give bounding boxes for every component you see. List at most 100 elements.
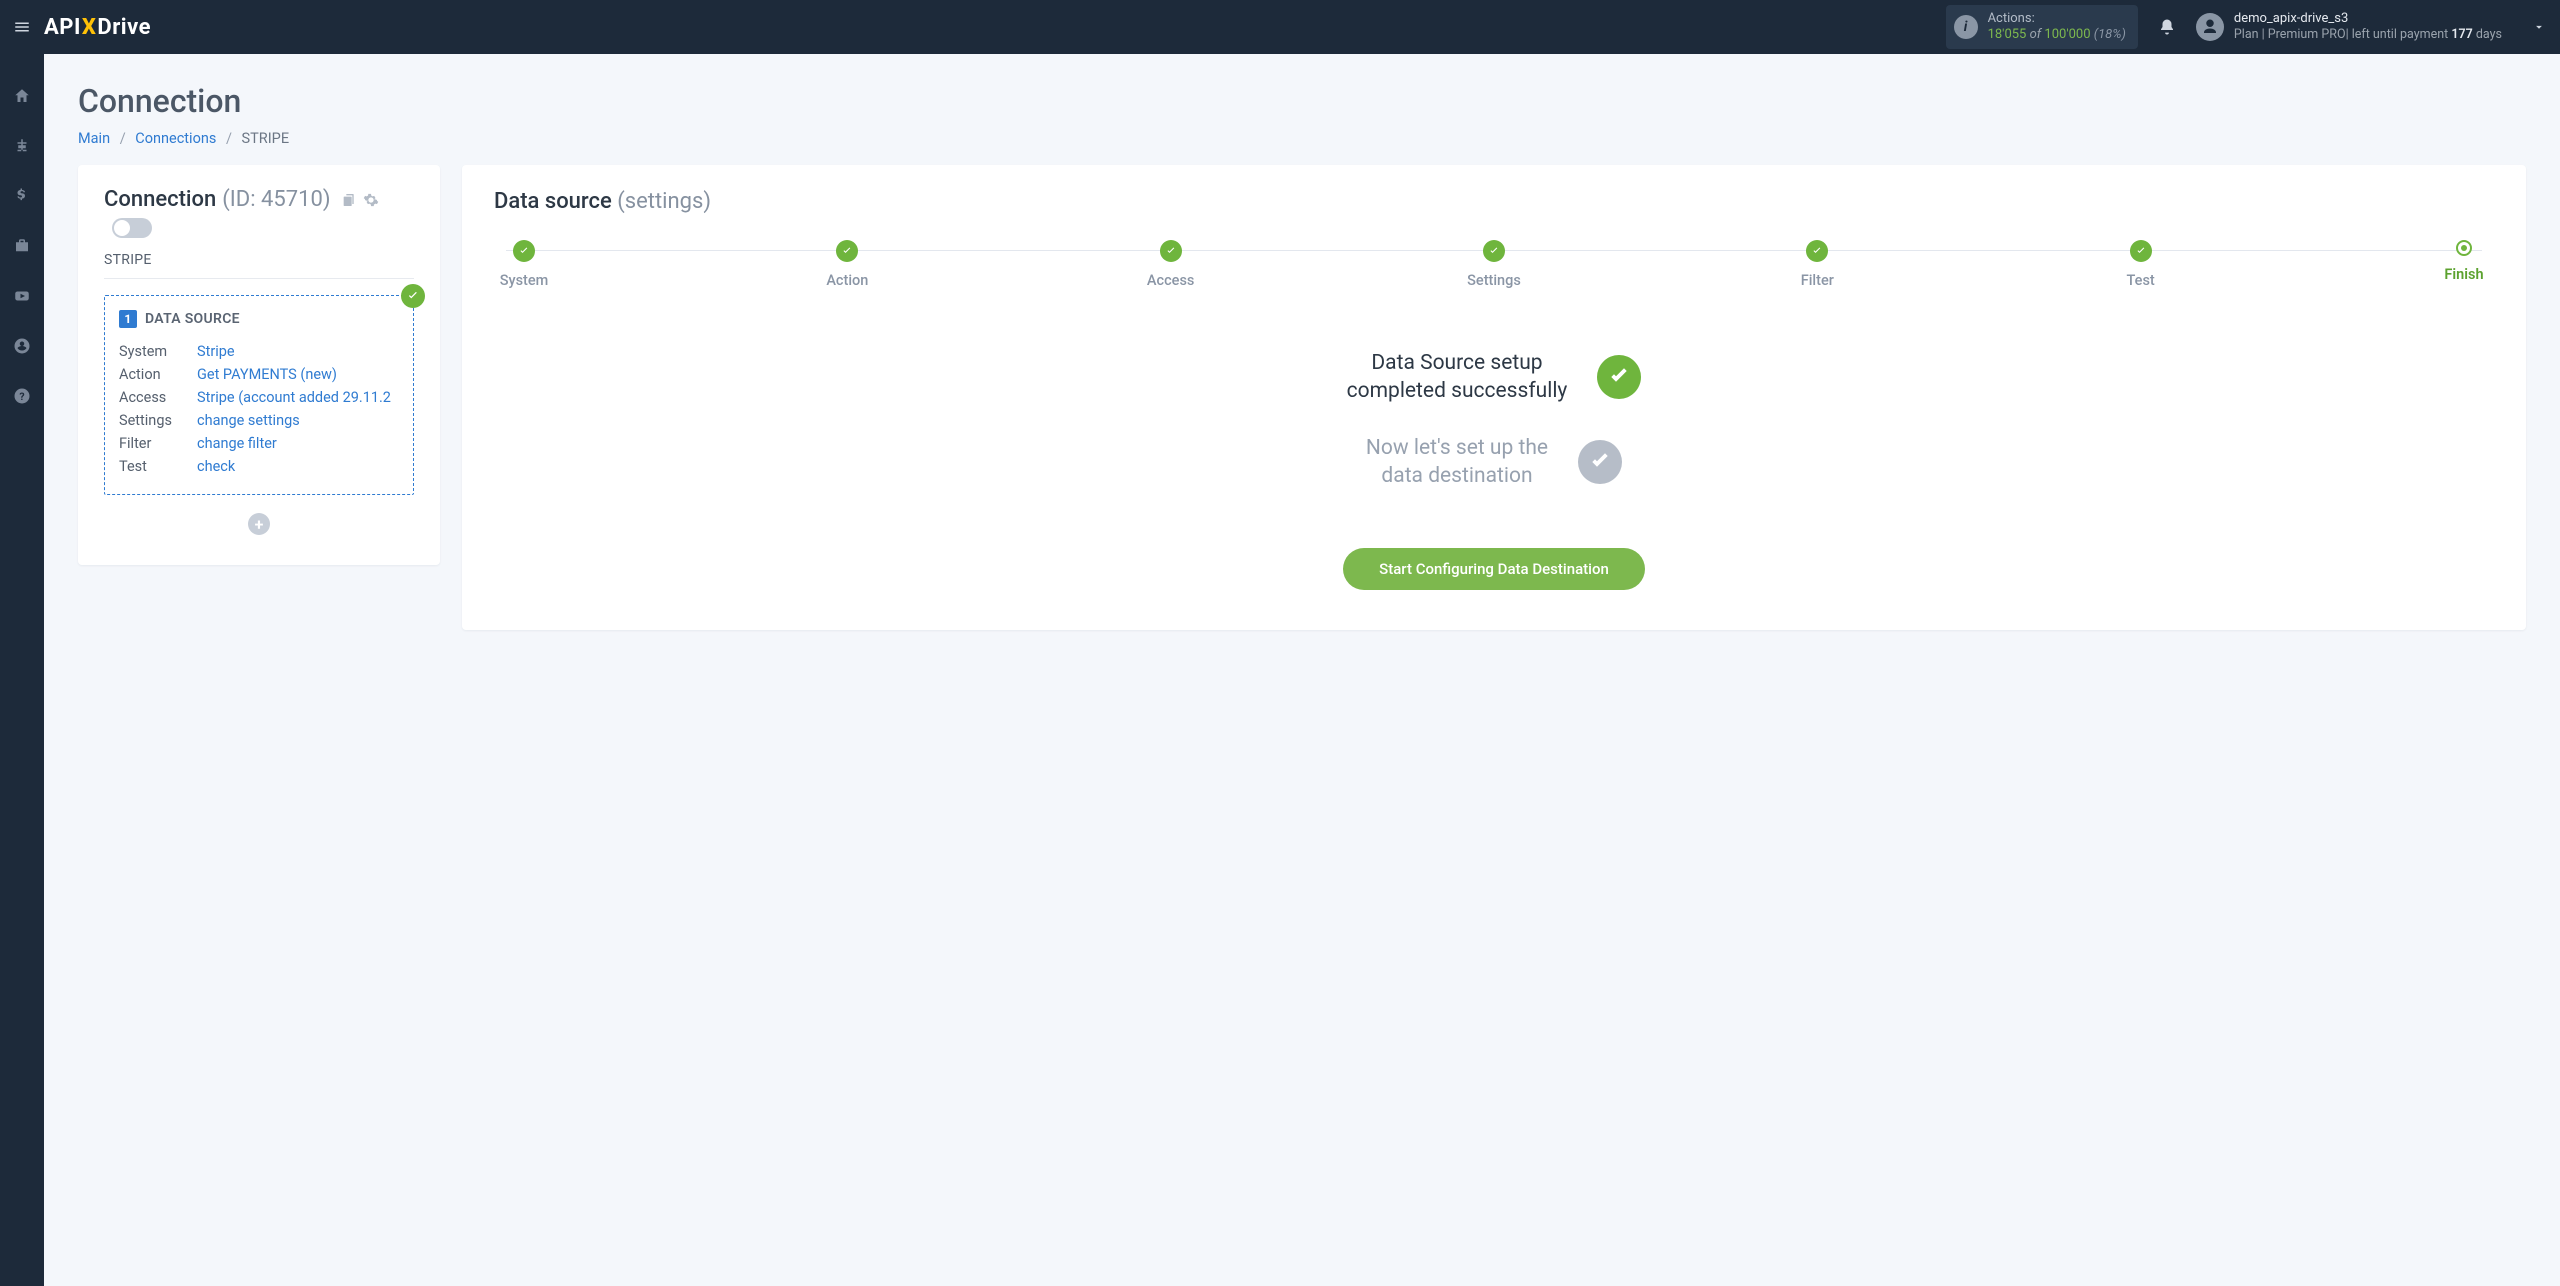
right-title-sub: (settings) <box>617 189 711 214</box>
ds-k-action: Action <box>119 363 197 386</box>
ds-header: 1 DATA SOURCE <box>119 310 399 328</box>
crumb-current: STRIPE <box>242 130 290 147</box>
step-label: Access <box>1147 272 1194 289</box>
avatar-icon <box>2196 13 2224 41</box>
connection-id: (ID: 45710) <box>222 187 330 212</box>
info-icon: i <box>1954 15 1978 39</box>
crumb-sep: / <box>120 130 126 147</box>
check-icon <box>2135 245 2147 257</box>
right-title-text: Data source <box>494 189 612 214</box>
rail-connections[interactable] <box>10 134 34 158</box>
step-finish[interactable]: Finish <box>2434 240 2494 283</box>
rail-account[interactable] <box>10 334 34 358</box>
step-label: Action <box>826 272 868 289</box>
rail-video[interactable] <box>10 284 34 308</box>
check-icon <box>1607 365 1631 389</box>
success-message: Data Source setup completed successfully <box>1347 349 1568 406</box>
actions-of: of <box>2030 27 2042 42</box>
rail-billing[interactable] <box>10 184 34 208</box>
data-source-settings-card: Data source (settings) System Action Acc… <box>462 165 2526 630</box>
completion-area: Data Source setup completed successfully… <box>494 349 2494 590</box>
actions-used: 18'055 <box>1988 27 2027 42</box>
sitemap-icon <box>13 137 31 155</box>
plan-prefix: Plan | <box>2234 27 2265 42</box>
connection-title-text: Connection <box>104 187 216 212</box>
logo-text-post: Drive <box>97 15 151 40</box>
app-logo[interactable]: APIXDrive <box>44 15 151 40</box>
user-icon <box>13 337 31 355</box>
rail-home[interactable] <box>10 84 34 108</box>
step-label: Test <box>2127 272 2155 289</box>
rail-tools[interactable] <box>10 234 34 258</box>
crumb-main[interactable]: Main <box>78 130 110 147</box>
ds-k-access: Access <box>119 386 197 409</box>
check-icon <box>841 245 853 257</box>
briefcase-icon <box>13 237 31 255</box>
menu-toggle-button[interactable] <box>0 18 44 36</box>
step-filter[interactable]: Filter <box>1787 240 1847 289</box>
ds-table: SystemStripe ActionGet PAYMENTS (new) Ac… <box>119 340 399 478</box>
start-destination-button[interactable]: Start Configuring Data Destination <box>1343 548 1645 590</box>
user-menu-caret[interactable] <box>2532 20 2546 34</box>
gear-icon[interactable] <box>363 192 379 208</box>
actions-label: Actions: <box>1988 11 2126 27</box>
completion-row-success: Data Source setup completed successfully <box>1347 349 1642 406</box>
user-menu[interactable]: demo_apix-drive_s3 Plan | Premium PRO| l… <box>2196 11 2532 43</box>
ds-v-system[interactable]: Stripe <box>197 343 235 360</box>
data-source-box[interactable]: 1 DATA SOURCE SystemStripe ActionGet PAY… <box>104 295 414 495</box>
step-access[interactable]: Access <box>1141 240 1201 289</box>
connection-summary-card: Connection (ID: 45710) STRIPE 1 DATA SOU… <box>78 165 440 565</box>
side-rail: ? <box>0 54 44 1286</box>
copy-icon[interactable] <box>341 192 357 208</box>
ds-number: 1 <box>119 310 137 328</box>
ds-v-filter[interactable]: change filter <box>197 435 277 452</box>
connection-enable-toggle[interactable] <box>112 218 152 238</box>
home-icon <box>13 87 31 105</box>
logo-text-x: X <box>82 15 97 40</box>
youtube-icon <box>13 287 31 305</box>
actions-counter[interactable]: i Actions: 18'055 of 100'000 (18%) <box>1946 5 2138 50</box>
step-settings[interactable]: Settings <box>1464 240 1524 289</box>
chevron-down-icon <box>2532 20 2546 34</box>
plan-name: Premium PRO <box>2268 27 2346 42</box>
question-icon: ? <box>13 387 31 405</box>
step-label: System <box>500 272 549 289</box>
connection-card-title: Connection (ID: 45710) <box>104 187 414 238</box>
step-action[interactable]: Action <box>817 240 877 289</box>
check-icon <box>1588 450 1612 474</box>
notifications-button[interactable] <box>2158 18 2176 36</box>
actions-pct: (18%) <box>2094 27 2126 42</box>
rail-help[interactable]: ? <box>10 384 34 408</box>
ds-v-access[interactable]: Stripe (account added 29.11.2 <box>197 389 391 406</box>
ds-k-settings: Settings <box>119 409 197 432</box>
bell-icon <box>2158 18 2176 36</box>
crumb-connections[interactable]: Connections <box>135 130 216 147</box>
success-check-icon <box>1597 355 1641 399</box>
step-system[interactable]: System <box>494 240 554 289</box>
user-name: demo_apix-drive_s3 <box>2234 11 2502 27</box>
check-icon <box>1488 245 1500 257</box>
dollar-icon <box>13 187 31 205</box>
pending-check-icon <box>1578 440 1622 484</box>
top-bar: APIXDrive i Actions: 18'055 of 100'000 (… <box>0 0 2560 54</box>
ds-v-settings[interactable]: change settings <box>197 412 300 429</box>
add-block-button[interactable]: + <box>248 513 270 535</box>
actions-total: 100'000 <box>2044 27 2090 42</box>
plan-days: 177 <box>2451 27 2472 42</box>
next-message: Now let's set up the data destination <box>1366 434 1548 491</box>
breadcrumb: Main / Connections / STRIPE <box>78 130 2526 147</box>
plan-days-word: days <box>2476 27 2502 42</box>
ds-complete-badge <box>401 284 425 308</box>
ds-k-system: System <box>119 340 197 363</box>
completion-row-next: Now let's set up the data destination <box>1366 434 1622 491</box>
crumb-sep: / <box>226 130 232 147</box>
svg-text:?: ? <box>19 390 24 403</box>
hamburger-icon <box>13 18 31 36</box>
check-icon <box>406 289 420 303</box>
ds-v-action[interactable]: Get PAYMENTS (new) <box>197 366 337 383</box>
check-icon <box>518 245 530 257</box>
step-label: Settings <box>1467 272 1521 289</box>
step-test[interactable]: Test <box>2111 240 2171 289</box>
user-info: demo_apix-drive_s3 Plan | Premium PRO| l… <box>2234 11 2502 43</box>
ds-v-test[interactable]: check <box>197 458 235 475</box>
